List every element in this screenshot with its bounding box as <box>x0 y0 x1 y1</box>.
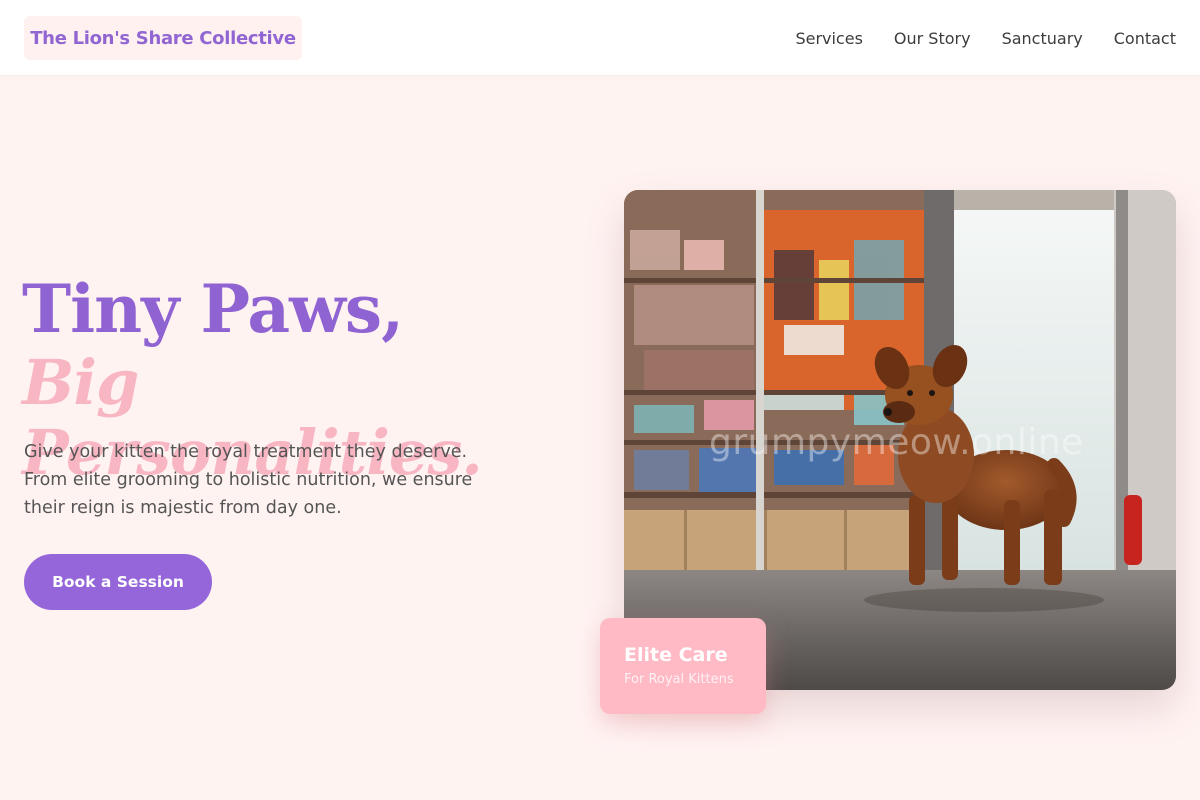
main-nav: Services Our Story Sanctuary Contact <box>795 0 1176 76</box>
hero-subtext: Give your kitten the royal treatment the… <box>24 442 473 518</box>
nav-link-services[interactable]: Services <box>795 29 862 48</box>
photo-watermark: grumpymeow.online <box>709 422 1084 463</box>
badge-title: Elite Care <box>624 644 728 666</box>
site-header: The Lion's Share Collective Services Our… <box>0 0 1200 76</box>
nav-link-sanctuary[interactable]: Sanctuary <box>1002 29 1083 48</box>
site-logo[interactable]: The Lion's Share Collective <box>24 16 302 60</box>
nav-link-contact[interactable]: Contact <box>1114 29 1176 48</box>
book-session-button[interactable]: Book a Session <box>24 554 212 610</box>
hero-headline-line1: Tiny Paws, <box>22 270 404 348</box>
hero-photo: grumpymeow.online <box>624 190 1176 690</box>
elite-care-badge: Elite Care For Royal Kittens <box>600 618 766 714</box>
nav-link-our-story[interactable]: Our Story <box>894 29 971 48</box>
badge-subtitle: For Royal Kittens <box>624 672 734 687</box>
